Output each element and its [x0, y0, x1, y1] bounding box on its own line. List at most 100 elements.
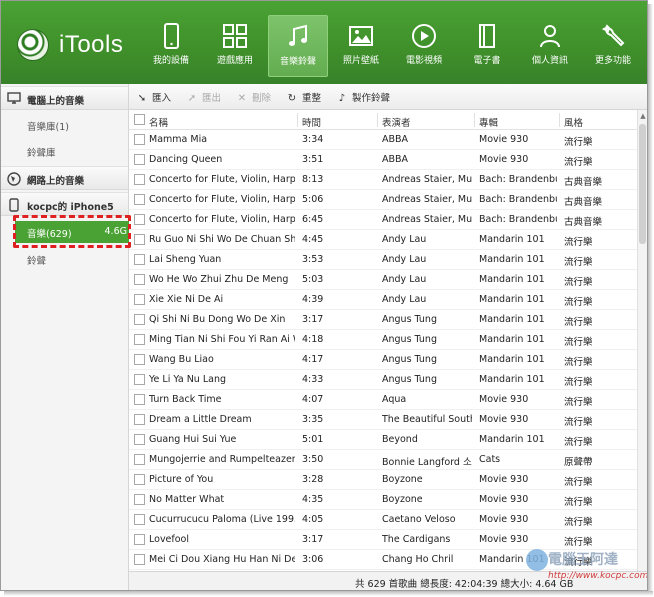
- table-row[interactable]: No Matter What 4:35 Boyzone Movie 930 流行樂: [129, 490, 637, 510]
- song-genre: 流行樂: [564, 237, 593, 248]
- sidebar-item-ringtone-library[interactable]: 鈴聲庫: [27, 145, 56, 159]
- nav-personal-info[interactable]: 個人資訊: [520, 15, 580, 77]
- row-checkbox[interactable]: [134, 454, 145, 465]
- row-checkbox[interactable]: [134, 194, 145, 205]
- song-artist: Andreas Staier, Mus...: [382, 214, 472, 225]
- row-checkbox[interactable]: [134, 294, 145, 305]
- song-album: Movie 930: [479, 494, 529, 505]
- row-checkbox[interactable]: [134, 494, 145, 505]
- table-row[interactable]: Concerto for Flute, Violin, Harpsi... 6:4…: [129, 210, 637, 230]
- song-time: 6:45: [302, 214, 324, 225]
- wrench-icon: [601, 24, 625, 47]
- row-checkbox[interactable]: [134, 134, 145, 145]
- table-row[interactable]: Ye Li Ya Nu Lang 4:33 Angus Tung Mandarin 1…: [129, 370, 637, 390]
- song-time: 3:06: [302, 554, 324, 565]
- row-checkbox[interactable]: [134, 174, 145, 185]
- table-row[interactable]: Dream a Little Dream 3:35 The Beautiful So…: [129, 410, 637, 430]
- row-checkbox[interactable]: [134, 534, 145, 545]
- nav-ebooks[interactable]: 電子書: [457, 15, 517, 77]
- song-name: Mungojerrie and Rumpelteazer: [149, 454, 295, 465]
- song-genre: 流行樂: [564, 137, 593, 148]
- song-time: 3:17: [302, 534, 324, 545]
- sidebar-section-online-music[interactable]: 網路上的音樂: [1, 166, 128, 190]
- nav-my-device[interactable]: 我的設備: [141, 15, 201, 77]
- sidebar-item-device-ringtones[interactable]: 鈴聲: [27, 253, 46, 267]
- song-genre: 流行樂: [564, 517, 593, 528]
- song-artist: Andy Lau: [382, 234, 427, 245]
- row-checkbox[interactable]: [134, 414, 145, 425]
- scroll-thumb[interactable]: [639, 124, 646, 244]
- row-checkbox[interactable]: [134, 254, 145, 265]
- song-album: Mandarin 101: [479, 294, 545, 305]
- table-row[interactable]: Picture of You 3:28 Boyzone Movie 930 流行樂: [129, 470, 637, 490]
- column-header-time[interactable]: 時間: [302, 115, 321, 129]
- song-name: Mamma Mia: [149, 134, 208, 145]
- song-time: 3:34: [302, 134, 324, 145]
- watermark-url: http://www.kocpc.com.tw: [548, 571, 648, 581]
- column-header-album[interactable]: 專輯: [479, 115, 498, 129]
- table-row[interactable]: Concerto for Flute, Violin, Harpsi... 5:0…: [129, 190, 637, 210]
- column-header-artist[interactable]: 表演者: [382, 115, 411, 129]
- table-row[interactable]: Mungojerrie and Rumpelteazer 3:50 Bonnie L…: [129, 450, 637, 470]
- itools-window: iTools 我的設備 遊戲應用 音樂鈴聲 照片壁紙 電影視頻 電子書 個人資訊: [0, 0, 648, 591]
- nav-apps[interactable]: 遊戲應用: [205, 15, 265, 77]
- table-row[interactable]: Guang Hui Sui Yue 5:01 Beyond Mandarin 101 流…: [129, 430, 637, 450]
- row-checkbox[interactable]: [134, 554, 145, 565]
- scroll-up-arrow-icon[interactable]: ▲: [639, 112, 647, 120]
- nav-videos[interactable]: 電影視頻: [394, 15, 454, 77]
- table-row[interactable]: Qi Shi Ni Bu Dong Wo De Xin 3:17 Angus Tun…: [129, 310, 637, 330]
- person-icon: [540, 25, 560, 48]
- song-genre: 流行樂: [564, 537, 593, 548]
- delete-button[interactable]: ✕ 刪除: [235, 90, 271, 104]
- song-table-body: Mamma Mia 3:34 ABBA Movie 930 流行樂 Dancing Que…: [129, 130, 637, 571]
- column-header-genre[interactable]: 風格: [564, 115, 583, 129]
- song-artist: ABBA: [382, 134, 409, 145]
- table-header: 名稱 時間 表演者 專輯 風格: [129, 110, 637, 130]
- song-artist: The Beautiful South: [382, 414, 472, 425]
- row-checkbox[interactable]: [134, 314, 145, 325]
- sidebar-section-device[interactable]: kocpc的 iPhone5: [1, 192, 128, 216]
- nav-photos[interactable]: 照片壁紙: [331, 15, 391, 77]
- nav-music[interactable]: 音樂鈴聲: [268, 15, 328, 77]
- table-row[interactable]: Dancing Queen 3:51 ABBA Movie 930 流行樂: [129, 150, 637, 170]
- song-artist: Angus Tung: [382, 314, 437, 325]
- row-checkbox[interactable]: [134, 354, 145, 365]
- row-checkbox[interactable]: [134, 214, 145, 225]
- row-checkbox[interactable]: [134, 394, 145, 405]
- column-header-name[interactable]: 名稱: [149, 115, 168, 129]
- row-checkbox[interactable]: [134, 514, 145, 525]
- table-row[interactable]: Xie Xie Ni De Ai 4:39 Andy Lau Mandarin 101…: [129, 290, 637, 310]
- table-row[interactable]: Ru Guo Ni Shi Wo De Chuan Shuo 4:45 Andy L…: [129, 230, 637, 250]
- song-artist: Boyzone: [382, 494, 423, 505]
- row-checkbox[interactable]: [134, 234, 145, 245]
- export-button[interactable]: ➚ 匯出: [185, 90, 221, 104]
- column-separator: [474, 113, 475, 127]
- table-row[interactable]: Wang Bu Liao 4:17 Angus Tung Mandarin 101 流行…: [129, 350, 637, 370]
- make-ringtone-button[interactable]: ♪ 製作鈴聲: [335, 90, 390, 104]
- table-row[interactable]: Cucurrucucu Paloma (Live 1995) 4:05 Caetan…: [129, 510, 637, 530]
- table-row[interactable]: Ming Tian Ni Shi Fou Yi Ran Ai Wo 4:18 Ang…: [129, 330, 637, 350]
- reload-button[interactable]: ↻ 重整: [285, 90, 321, 104]
- table-row[interactable]: Concerto for Flute, Violin, Harpsi... 8:1…: [129, 170, 637, 190]
- row-checkbox[interactable]: [134, 434, 145, 445]
- song-genre: 流行樂: [564, 317, 593, 328]
- table-scrollbar[interactable]: ▲: [637, 110, 647, 571]
- song-album: Mandarin 101: [479, 354, 545, 365]
- row-checkbox[interactable]: [134, 334, 145, 345]
- table-row[interactable]: Mamma Mia 3:34 ABBA Movie 930 流行樂: [129, 130, 637, 150]
- nav-more-features[interactable]: 更多功能: [583, 15, 643, 77]
- select-all-checkbox[interactable]: [134, 114, 145, 125]
- table-row[interactable]: Lai Sheng Yuan 3:53 Andy Lau Mandarin 101 流行…: [129, 250, 637, 270]
- row-checkbox[interactable]: [134, 274, 145, 285]
- sidebar-section-pc-music[interactable]: 電腦上的音樂: [1, 86, 128, 110]
- sidebar-item-music-library[interactable]: 音樂庫(1): [27, 119, 69, 133]
- table-row[interactable]: Lovefool 3:17 The Cardigans Movie 930 流行樂: [129, 530, 637, 550]
- table-row[interactable]: Turn Back Time 4:07 Aqua Movie 930 流行樂: [129, 390, 637, 410]
- row-checkbox[interactable]: [134, 374, 145, 385]
- table-row[interactable]: Wo He Wo Zhui Zhu De Meng 5:03 Andy Lau Man…: [129, 270, 637, 290]
- song-genre: 流行樂: [564, 277, 593, 288]
- row-checkbox[interactable]: [134, 154, 145, 165]
- globe-icon: [7, 172, 21, 186]
- import-button[interactable]: ➘ 匯入: [135, 90, 171, 104]
- row-checkbox[interactable]: [134, 474, 145, 485]
